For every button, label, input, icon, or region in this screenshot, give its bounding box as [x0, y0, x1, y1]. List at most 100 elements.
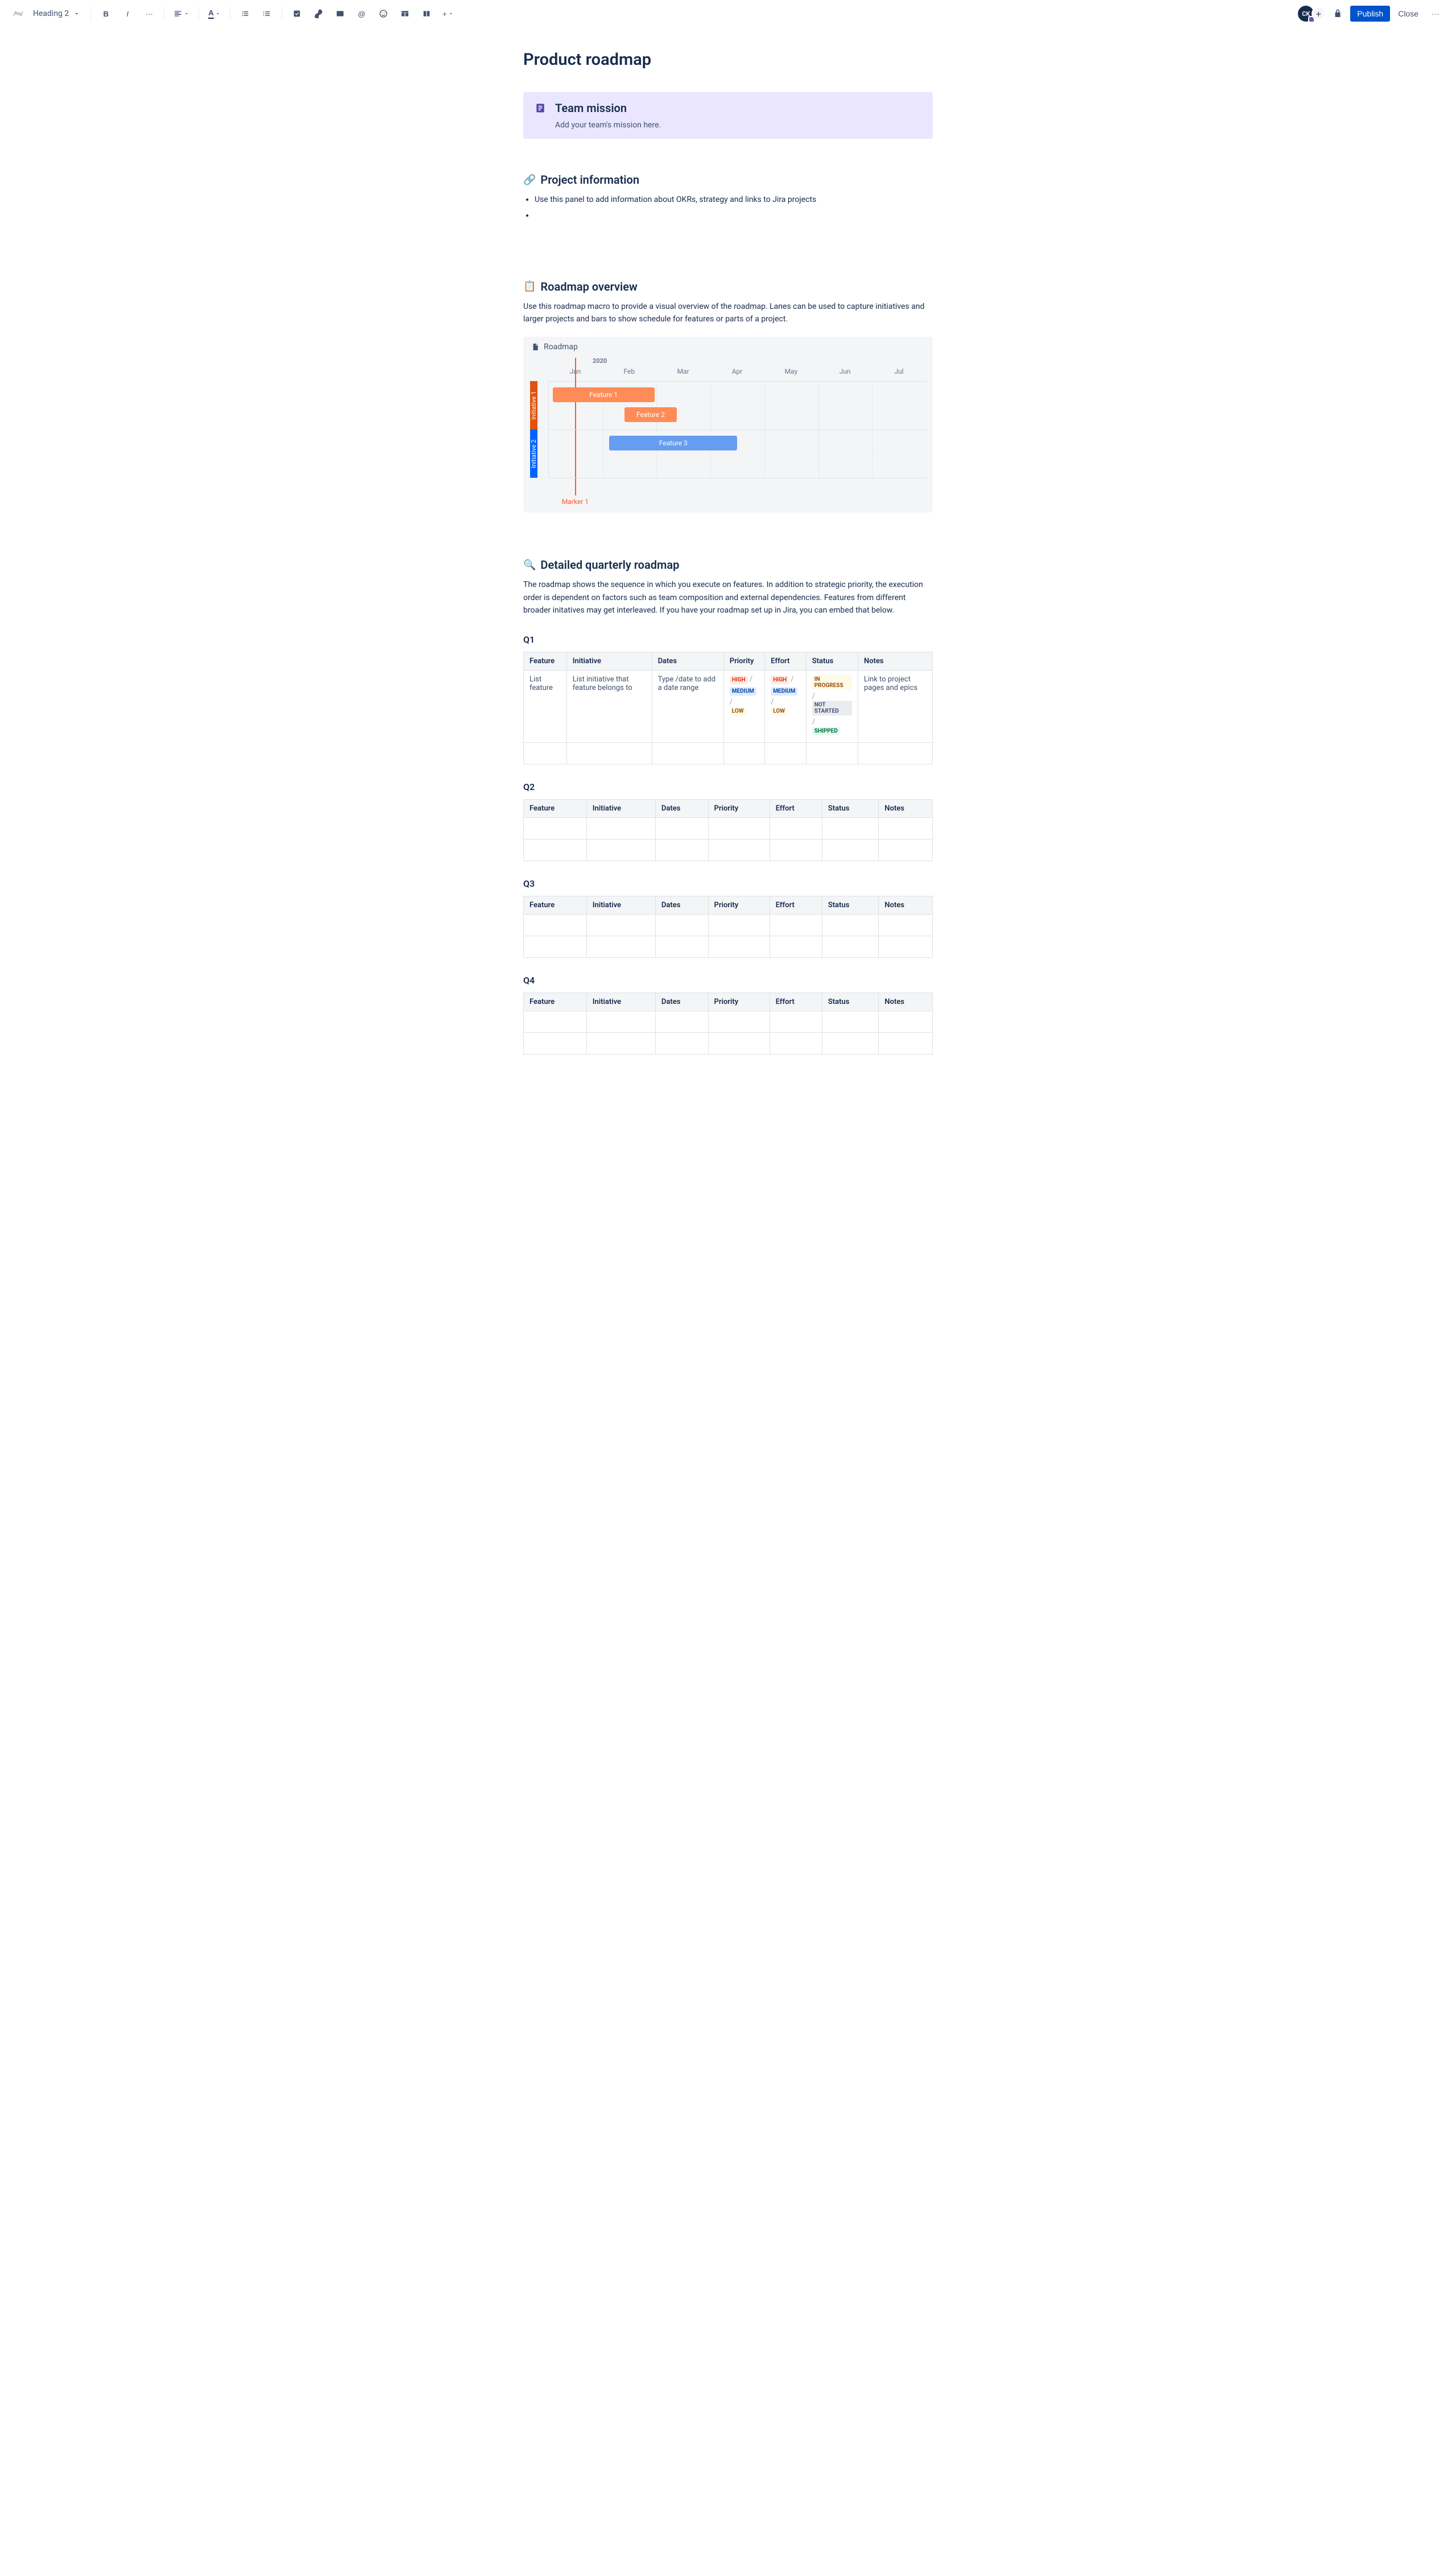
q4-table[interactable]: FeatureInitiativeDatesPriorityEffortStat…	[523, 993, 933, 1055]
q3-table[interactable]: FeatureInitiativeDatesPriorityEffortStat…	[523, 896, 933, 958]
cell-status: IN PROGRESS / NOT STARTED / SHIPPED	[806, 670, 858, 742]
col-effort: Effort	[765, 652, 806, 670]
q2-table[interactable]: FeatureInitiativeDatesPriorityEffortStat…	[523, 799, 933, 861]
mission-panel[interactable]: Team mission Add your team's mission her…	[523, 92, 933, 139]
lane-label-initiative-2[interactable]: Initiative 2	[530, 429, 537, 478]
lozenge-notstarted: NOT STARTED	[812, 701, 852, 716]
roadmap-overview-heading[interactable]: 📋 Roadmap overview	[523, 280, 933, 293]
document-icon	[531, 343, 539, 351]
bar-feature-3[interactable]: Feature 3	[609, 436, 737, 450]
insert-button[interactable]: +	[439, 5, 457, 23]
detailed-roadmap-desc[interactable]: The roadmap shows the sequence in which …	[523, 578, 933, 617]
table-row-empty[interactable]	[524, 936, 933, 957]
lock-icon	[1333, 9, 1343, 19]
mission-title: Team mission	[555, 101, 921, 115]
page-content: Product roadmap Team mission Add your te…	[512, 27, 944, 1077]
more-actions-button[interactable]: ···	[1426, 5, 1445, 23]
detailed-roadmap-heading[interactable]: 🔍 Detailed quarterly roadmap	[523, 558, 933, 572]
month-label: Jul	[872, 367, 926, 375]
add-collaborator-button[interactable]: +	[1312, 7, 1325, 20]
align-button[interactable]	[170, 5, 193, 23]
roadmap-macro-header: Roadmap	[523, 337, 933, 357]
quarter-heading-q2[interactable]: Q2	[523, 782, 933, 792]
close-button[interactable]: Close	[1393, 6, 1423, 22]
table-row-empty[interactable]	[524, 817, 933, 839]
lozenge-high: HIGH	[771, 676, 789, 684]
layouts-icon	[422, 9, 431, 18]
lozenge-low: LOW	[771, 707, 787, 716]
link-icon	[314, 9, 323, 18]
bar-feature-1[interactable]: Feature 1	[553, 387, 655, 402]
q1-table[interactable]: Feature Initiative Dates Priority Effort…	[523, 652, 933, 764]
image-button[interactable]	[331, 5, 349, 23]
more-formatting-button[interactable]: ···	[140, 5, 158, 23]
checkbox-icon	[292, 9, 301, 18]
clipboard-emoji-icon: 📋	[523, 280, 536, 292]
lozenge-inprogress: IN PROGRESS	[812, 675, 852, 690]
text-color-icon: A	[208, 9, 214, 19]
cell-dates: Type /date to add a date range	[652, 670, 723, 742]
text-color-button[interactable]: A	[205, 5, 224, 23]
chevron-down-icon	[73, 10, 80, 17]
bullet-list-button[interactable]	[236, 5, 254, 23]
quarter-heading-q4[interactable]: Q4	[523, 975, 933, 986]
project-info-list[interactable]: Use this panel to add information about …	[535, 193, 933, 223]
request-changes-button[interactable]	[1329, 5, 1347, 23]
italic-button[interactable]: I	[118, 5, 136, 23]
separator	[198, 7, 199, 20]
month-label: Jun	[818, 367, 872, 375]
quarter-heading-q1[interactable]: Q1	[523, 634, 933, 645]
publish-button[interactable]: Publish	[1350, 6, 1390, 22]
table-row-empty[interactable]	[524, 742, 933, 764]
roadmap-overview-desc[interactable]: Use this roadmap macro to provide a visu…	[523, 300, 933, 326]
timeline-header: 2020 Jan Feb Mar Apr May Jun Jul	[548, 357, 926, 381]
action-item-button[interactable]	[288, 5, 306, 23]
table-row-empty[interactable]	[524, 1032, 933, 1054]
quarter-heading-q3[interactable]: Q3	[523, 878, 933, 889]
table-row-empty[interactable]	[524, 839, 933, 861]
col-feature: Feature	[524, 652, 567, 670]
year-label: 2020	[593, 357, 607, 365]
bullet-list-icon	[241, 9, 250, 18]
col-initiative: Initiative	[566, 652, 652, 670]
mission-text: Add your team's mission here.	[555, 121, 921, 130]
lozenge-shipped: SHIPPED	[812, 727, 840, 735]
panel-info-icon	[535, 102, 546, 114]
align-left-icon	[173, 9, 183, 18]
link-button[interactable]	[309, 5, 328, 23]
text-style-label: Heading 2	[33, 9, 69, 18]
magnifier-emoji-icon: 🔍	[523, 559, 536, 571]
lozenge-high: HIGH	[730, 676, 748, 684]
marker-label: Marker 1	[562, 498, 589, 506]
emoji-button[interactable]	[374, 5, 392, 23]
page-title[interactable]: Product roadmap	[523, 50, 933, 69]
editor-toolbar: Heading 2 B I ··· A @ + CK + Publish Clo…	[0, 0, 1456, 27]
text-style-select[interactable]: Heading 2	[28, 7, 85, 20]
table-button[interactable]	[396, 5, 414, 23]
link-emoji-icon: 🔗	[523, 174, 536, 186]
month-label: Mar	[656, 367, 710, 375]
lozenge-medium: MEDIUM	[771, 687, 797, 696]
cell-effort: HIGH / MEDIUM / LOW	[765, 670, 806, 742]
number-list-button[interactable]	[258, 5, 276, 23]
timeline-grid: Marker 1 Feature 1 Feature 2 Feature 3	[548, 381, 926, 478]
bar-feature-2[interactable]: Feature 2	[624, 407, 677, 422]
month-label: May	[764, 367, 818, 375]
project-info-heading[interactable]: 🔗 Project information	[523, 173, 933, 187]
roadmap-macro[interactable]: Roadmap 2020 Jan Feb Mar Apr May Jun Jul…	[523, 337, 933, 512]
lane-label-initiative-1[interactable]: Initiative 1	[530, 381, 537, 429]
emoji-icon	[379, 9, 388, 18]
chevron-down-icon	[184, 11, 189, 16]
mention-button[interactable]: @	[353, 5, 371, 23]
table-row-empty[interactable]	[524, 1011, 933, 1032]
table-row[interactable]: List feature List initiative that featur…	[524, 670, 933, 742]
list-item: Use this panel to add information about …	[535, 193, 933, 207]
lozenge-low: LOW	[730, 707, 746, 716]
month-label: Apr	[710, 367, 764, 375]
cell-priority: HIGH / MEDIUM / LOW	[723, 670, 764, 742]
table-row-empty[interactable]	[524, 914, 933, 936]
table-icon	[400, 9, 410, 18]
bold-button[interactable]: B	[97, 5, 115, 23]
lozenge-medium: MEDIUM	[730, 687, 756, 696]
layouts-button[interactable]	[417, 5, 436, 23]
